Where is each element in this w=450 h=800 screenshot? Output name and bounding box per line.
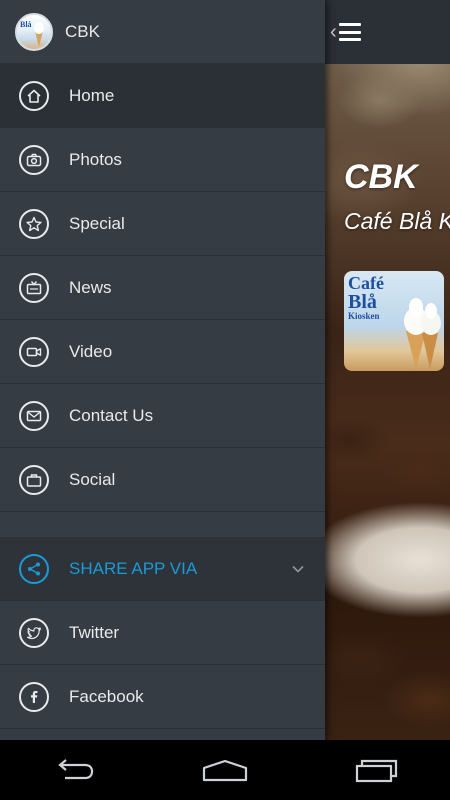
menu-item-home[interactable]: Home xyxy=(0,64,325,128)
home-icon xyxy=(202,759,248,782)
facebook-icon xyxy=(19,681,49,712)
star-icon xyxy=(19,208,49,239)
menu-spacer xyxy=(0,512,325,537)
recents-button[interactable] xyxy=(345,750,405,790)
briefcase-icon xyxy=(19,464,49,495)
menu-item-photos[interactable]: Photos xyxy=(0,128,325,192)
menu-item-label: Home xyxy=(69,85,115,105)
chevron-left-icon: ‹ xyxy=(330,21,337,43)
recents-icon xyxy=(355,759,398,783)
menu-item-news[interactable]: News xyxy=(0,256,325,320)
cafe-logo: Café Blå Kiosken xyxy=(344,271,444,371)
menu-item-label: Video xyxy=(69,341,113,361)
home-button[interactable] xyxy=(195,750,255,790)
menu-item-facebook[interactable]: Facebook xyxy=(0,665,325,729)
menu-item-label: Facebook xyxy=(69,686,144,706)
menu-item-label: Special xyxy=(69,213,125,233)
hamburger-icon xyxy=(338,23,361,41)
share-app-label: SHARE APP VIA xyxy=(69,559,198,578)
hero-title: CBK xyxy=(344,158,418,196)
menu-item-social[interactable]: Social xyxy=(0,448,325,512)
video-camera-icon xyxy=(19,336,49,367)
svg-text:Café: Café xyxy=(348,273,384,293)
menu-item-label: Social xyxy=(69,469,116,489)
svg-text:Kiosken: Kiosken xyxy=(348,311,380,321)
menu-item-label: Twitter xyxy=(69,622,120,642)
envelope-icon xyxy=(19,400,49,431)
menu-item-twitter[interactable]: Twitter xyxy=(0,601,325,665)
drawer-header: Blå CBK xyxy=(0,0,325,64)
app-name: CBK xyxy=(65,21,100,41)
menu-item-contact-us[interactable]: Contact Us xyxy=(0,384,325,448)
app-avatar: Blå xyxy=(15,12,53,51)
svg-text:Blå: Blå xyxy=(348,291,377,313)
svg-text:Blå: Blå xyxy=(20,20,32,29)
camera-icon xyxy=(19,144,49,175)
share-app-toggle[interactable]: SHARE APP VIA xyxy=(0,537,325,601)
system-navigation-bar xyxy=(0,740,450,800)
chevron-down-icon xyxy=(292,565,304,573)
tv-icon xyxy=(19,272,49,303)
menu-toggle-button[interactable]: ‹ xyxy=(330,14,370,50)
menu-item-label: Photos xyxy=(69,149,122,169)
back-button[interactable] xyxy=(45,750,105,790)
home-icon xyxy=(19,80,49,111)
hero-subtitle: Café Blå K xyxy=(344,208,450,234)
menu-item-label: News xyxy=(69,277,112,297)
menu-item-special[interactable]: Special xyxy=(0,192,325,256)
navigation-drawer: Blå CBK Home Photos Special News Video C… xyxy=(0,0,325,740)
share-icon xyxy=(19,554,49,584)
menu-item-video[interactable]: Video xyxy=(0,320,325,384)
twitter-icon xyxy=(19,617,49,648)
back-icon xyxy=(58,759,94,780)
menu-item-label: Contact Us xyxy=(69,405,154,425)
